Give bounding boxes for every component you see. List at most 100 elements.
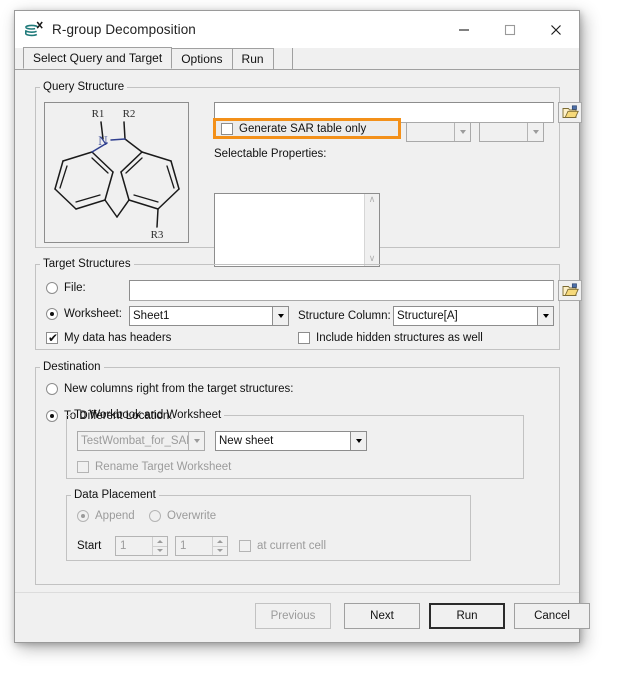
checkbox-box bbox=[298, 332, 310, 344]
selectable-properties-items bbox=[215, 194, 364, 266]
structure-column-value: Structure[A] bbox=[397, 310, 458, 322]
chevron-down-icon[interactable] bbox=[272, 307, 288, 325]
chevron-down-icon bbox=[454, 123, 470, 141]
dialog-body: Query Structure N R1 R2 R3 Generate SAR … bbox=[15, 70, 582, 592]
data-placement-legend: Data Placement bbox=[74, 489, 156, 501]
check-icon: ✔ bbox=[48, 331, 59, 345]
target-structures-legend: Target Structures bbox=[43, 258, 131, 270]
target-worksheet-combo[interactable]: Sheet1 bbox=[129, 306, 289, 326]
chevron-down-icon bbox=[188, 432, 204, 450]
start-label: Start bbox=[77, 540, 102, 552]
rename-target-worksheet-checkbox[interactable]: Rename Target Worksheet bbox=[77, 461, 231, 473]
chevron-down-icon bbox=[527, 123, 543, 141]
svg-text:R1: R1 bbox=[92, 108, 105, 120]
query-dropdown-1[interactable] bbox=[406, 122, 471, 142]
selectable-properties-scrollbar[interactable]: ∧ ∨ bbox=[364, 194, 379, 266]
tab-label: Options bbox=[181, 52, 223, 66]
target-file-input[interactable] bbox=[129, 280, 554, 301]
tab-select-query-and-target[interactable]: Select Query and Target bbox=[23, 47, 173, 69]
scroll-up-icon[interactable]: ∧ bbox=[369, 196, 376, 205]
start-column-stepper[interactable]: 1 bbox=[175, 536, 228, 556]
query-browse-button[interactable] bbox=[558, 102, 582, 123]
stacked-disks-x-icon bbox=[23, 19, 45, 41]
minimize-button[interactable] bbox=[441, 12, 487, 48]
tab-strip: Select Query and Target Options Run bbox=[15, 47, 579, 70]
chevron-down-icon[interactable] bbox=[350, 432, 366, 450]
svg-text:R3: R3 bbox=[151, 229, 164, 241]
button-label: Cancel bbox=[534, 610, 570, 622]
checkbox-box bbox=[221, 123, 233, 135]
checkbox-label: Rename Target Worksheet bbox=[95, 461, 232, 473]
svg-text:N: N bbox=[98, 133, 108, 148]
target-file-browse-button[interactable] bbox=[558, 280, 582, 301]
window-title: R-group Decomposition bbox=[52, 22, 196, 37]
footer-separator bbox=[15, 592, 579, 593]
open-folder-icon bbox=[562, 105, 579, 118]
destination-workbook-value: TestWombat_for_SAR (1).xl bbox=[81, 435, 188, 447]
radio-ring bbox=[46, 282, 58, 294]
generate-sar-table-only-checkbox[interactable]: Generate SAR table only bbox=[221, 123, 366, 135]
checkbox-box bbox=[239, 540, 251, 552]
new-columns-radio[interactable]: New columns right from the target struct… bbox=[46, 383, 293, 395]
structure-column-label: Structure Column: bbox=[298, 310, 391, 322]
destination-worksheet-combo[interactable]: New sheet bbox=[215, 431, 367, 451]
tab-strip-filler bbox=[273, 48, 293, 69]
destination-legend: Destination bbox=[43, 361, 101, 373]
run-button[interactable]: Run bbox=[429, 603, 505, 629]
maximize-button[interactable] bbox=[487, 12, 533, 48]
include-hidden-structures-checkbox[interactable]: Include hidden structures as well bbox=[298, 332, 483, 344]
open-folder-icon bbox=[562, 283, 579, 296]
checkbox-label: at current cell bbox=[257, 540, 327, 552]
dialog-footer: Previous Next Run Cancel bbox=[15, 592, 590, 642]
tab-label: Run bbox=[241, 52, 264, 66]
selectable-properties-label: Selectable Properties: bbox=[214, 148, 327, 160]
query-dropdown-2[interactable] bbox=[479, 122, 544, 142]
query-structure-preview[interactable]: N R1 R2 R3 bbox=[44, 102, 189, 243]
radio-ring bbox=[46, 410, 58, 422]
r-group-decomposition-dialog: R-group Decomposition Select Query and T… bbox=[14, 10, 590, 643]
tab-run[interactable]: Run bbox=[231, 48, 274, 69]
button-label: Next bbox=[370, 610, 394, 622]
destination-workbook-combo[interactable]: TestWombat_for_SAR (1).xl bbox=[77, 431, 205, 451]
at-current-cell-checkbox[interactable]: at current cell bbox=[239, 540, 326, 552]
overwrite-radio[interactable]: Overwrite bbox=[149, 510, 216, 522]
radio-ring bbox=[46, 383, 58, 395]
title-bar: R-group Decomposition bbox=[15, 11, 579, 48]
previous-button[interactable]: Previous bbox=[255, 603, 331, 629]
chevron-down-icon[interactable] bbox=[537, 307, 553, 325]
button-label: Previous bbox=[270, 610, 316, 622]
checkbox-label: Generate SAR table only bbox=[239, 123, 367, 135]
target-structures-group: Target Structures File: Worksheet: Sheet… bbox=[35, 258, 582, 350]
tab-label: Select Query and Target bbox=[33, 51, 163, 65]
stepper-down-icon[interactable] bbox=[213, 546, 227, 555]
tab-options[interactable]: Options bbox=[171, 48, 233, 69]
start-row-value: 1 bbox=[120, 540, 127, 552]
stepper-down-icon[interactable] bbox=[153, 546, 167, 555]
my-data-has-headers-checkbox[interactable]: ✔ My data has headers bbox=[46, 332, 171, 344]
target-file-radio[interactable]: File: bbox=[46, 282, 86, 294]
radio-label: Overwrite bbox=[167, 510, 217, 522]
start-row-stepper[interactable]: 1 bbox=[115, 536, 168, 556]
stepper-up-icon[interactable] bbox=[213, 537, 227, 547]
next-button[interactable]: Next bbox=[344, 603, 420, 629]
radio-ring bbox=[149, 510, 161, 522]
target-worksheet-radio[interactable]: Worksheet: bbox=[46, 308, 122, 320]
close-button[interactable] bbox=[533, 12, 579, 48]
svg-text:R2: R2 bbox=[123, 108, 136, 120]
radio-ring bbox=[77, 510, 89, 522]
data-placement-group: Data Placement Append Overwrite Start 1 bbox=[66, 489, 471, 561]
destination-group: Destination New columns right from the t… bbox=[35, 361, 560, 585]
radio-ring bbox=[46, 308, 58, 320]
workbook-group-legend: To Workbook and Worksheet bbox=[74, 409, 222, 421]
structure-column-combo[interactable]: Structure[A] bbox=[393, 306, 554, 326]
target-worksheet-value: Sheet1 bbox=[133, 310, 170, 322]
stepper-up-icon[interactable] bbox=[153, 537, 167, 547]
checkbox-box bbox=[77, 461, 89, 473]
stepper-buttons[interactable] bbox=[152, 537, 167, 555]
selectable-properties-list[interactable]: ∧ ∨ bbox=[214, 193, 380, 267]
cancel-button[interactable]: Cancel bbox=[514, 603, 590, 629]
radio-label: Worksheet: bbox=[64, 308, 122, 320]
stepper-buttons[interactable] bbox=[212, 537, 227, 555]
destination-worksheet-value: New sheet bbox=[219, 435, 274, 447]
append-radio[interactable]: Append bbox=[77, 510, 135, 522]
